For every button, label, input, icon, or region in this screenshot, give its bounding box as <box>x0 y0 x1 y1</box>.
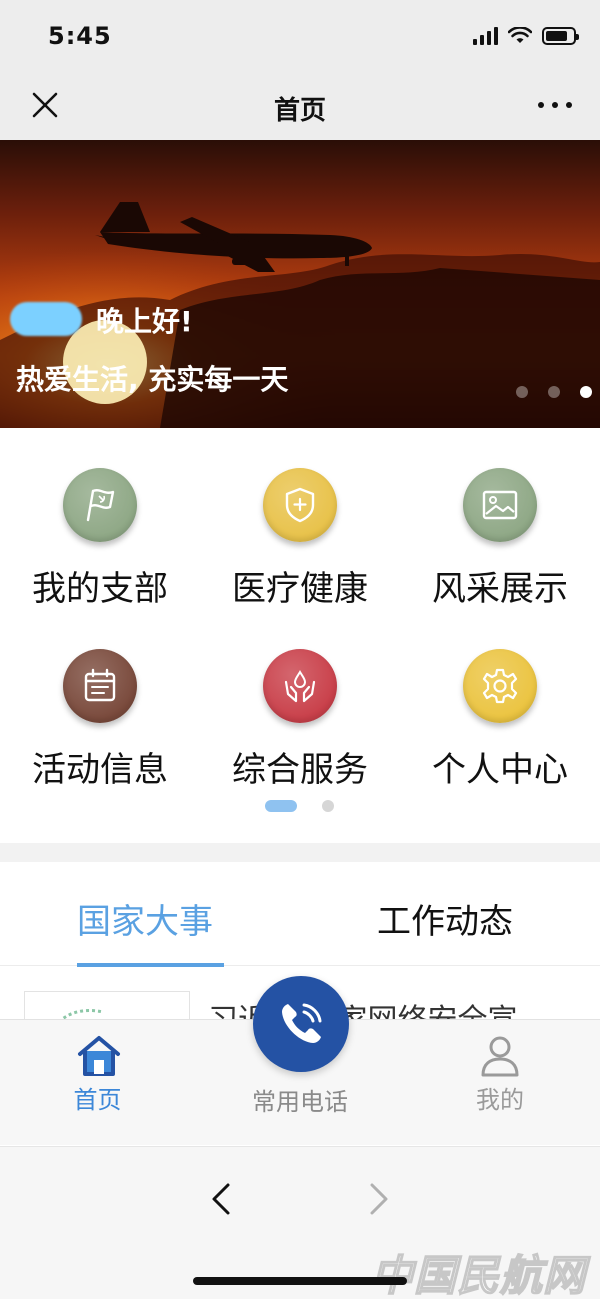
chevron-left-icon <box>212 1183 230 1215</box>
watermark-logo: 中国民航网 <box>370 1250 586 1299</box>
more-button[interactable] <box>530 82 580 128</box>
tab-work-updates[interactable]: 工作动态 <box>377 894 513 943</box>
status-bar: 5:45 <box>0 0 600 70</box>
news-tabs: 国家大事 工作动态 <box>0 862 600 967</box>
grid-page-indicator <box>265 800 334 812</box>
chevron-right-icon <box>370 1183 388 1215</box>
menu-icon-bg <box>463 649 537 723</box>
status-time: 5:45 <box>48 22 112 50</box>
carousel-indicator <box>516 386 592 398</box>
menu-label: 活动信息 <box>32 750 168 790</box>
user-icon <box>481 1036 519 1077</box>
carousel-dot-active[interactable] <box>580 386 592 398</box>
section-divider <box>0 843 600 862</box>
grid-page-dot[interactable] <box>322 800 334 812</box>
home-icon <box>78 1036 120 1076</box>
banner-greeting: 晚上好! <box>96 305 193 338</box>
image-icon <box>482 490 518 520</box>
home-indicator <box>193 1277 407 1285</box>
menu-item-general-services[interactable]: 综合服务 <box>200 609 400 790</box>
title-bar: 首页 <box>0 70 600 140</box>
feature-grid: 我的支部 医疗健康 风采展示 活动信息 综合服务 个人中心 <box>0 428 600 843</box>
carousel-dot[interactable] <box>548 386 560 398</box>
tab-national-affairs[interactable]: 国家大事 <box>77 894 213 943</box>
nav-mine-label: 我的 <box>476 1086 524 1114</box>
menu-item-my-branch[interactable]: 我的支部 <box>0 428 200 609</box>
carousel-dot[interactable] <box>516 386 528 398</box>
menu-label: 医疗健康 <box>232 569 368 609</box>
menu-icon-bg <box>263 649 337 723</box>
menu-icon-bg <box>463 468 537 542</box>
flag-icon <box>86 489 115 522</box>
phone-call-button[interactable] <box>253 976 349 1072</box>
page-title: 首页 <box>273 96 326 126</box>
nav-phone-label: 常用电话 <box>252 1088 348 1116</box>
menu-icon-bg <box>63 468 137 542</box>
forward-button[interactable] <box>356 1177 400 1221</box>
wifi-icon <box>508 27 532 43</box>
menu-item-activity-info[interactable]: 活动信息 <box>0 609 200 790</box>
nav-home-label: 首页 <box>73 1086 122 1114</box>
battery-icon <box>542 27 579 45</box>
banner-carousel[interactable]: 晚上好! 热爱生活, 充实每一天 <box>0 140 600 428</box>
menu-icon-bg <box>263 468 337 542</box>
user-name-redacted <box>10 302 82 336</box>
shield-plus-icon <box>285 487 315 523</box>
news-thumbnail <box>24 991 190 1019</box>
cellular-signal-icon <box>473 27 498 45</box>
menu-label: 风采展示 <box>432 569 568 609</box>
gear-icon <box>482 668 518 704</box>
menu-item-personal-center[interactable]: 个人中心 <box>400 609 600 790</box>
menu-item-medical-health[interactable]: 医疗健康 <box>200 428 400 609</box>
menu-label: 个人中心 <box>432 750 568 790</box>
menu-label: 我的支部 <box>32 569 168 609</box>
phone-icon <box>282 1003 322 1043</box>
status-icons <box>473 24 579 48</box>
banner-slogan: 热爱生活, 充实每一天 <box>16 363 289 396</box>
hands-drop-icon <box>284 670 316 703</box>
menu-item-showcase[interactable]: 风采展示 <box>400 428 600 609</box>
more-dots-icon <box>538 102 572 108</box>
grid-page-dot-active[interactable] <box>265 800 297 812</box>
menu-label: 综合服务 <box>232 750 368 790</box>
nav-mine[interactable]: 我的 <box>400 1020 600 1146</box>
menu-icon-bg <box>63 649 137 723</box>
back-button[interactable] <box>200 1177 244 1221</box>
browser-toolbar: 中国民航网 <box>0 1146 600 1299</box>
nav-home[interactable]: 首页 <box>0 1020 195 1146</box>
calendar-icon <box>84 668 116 702</box>
